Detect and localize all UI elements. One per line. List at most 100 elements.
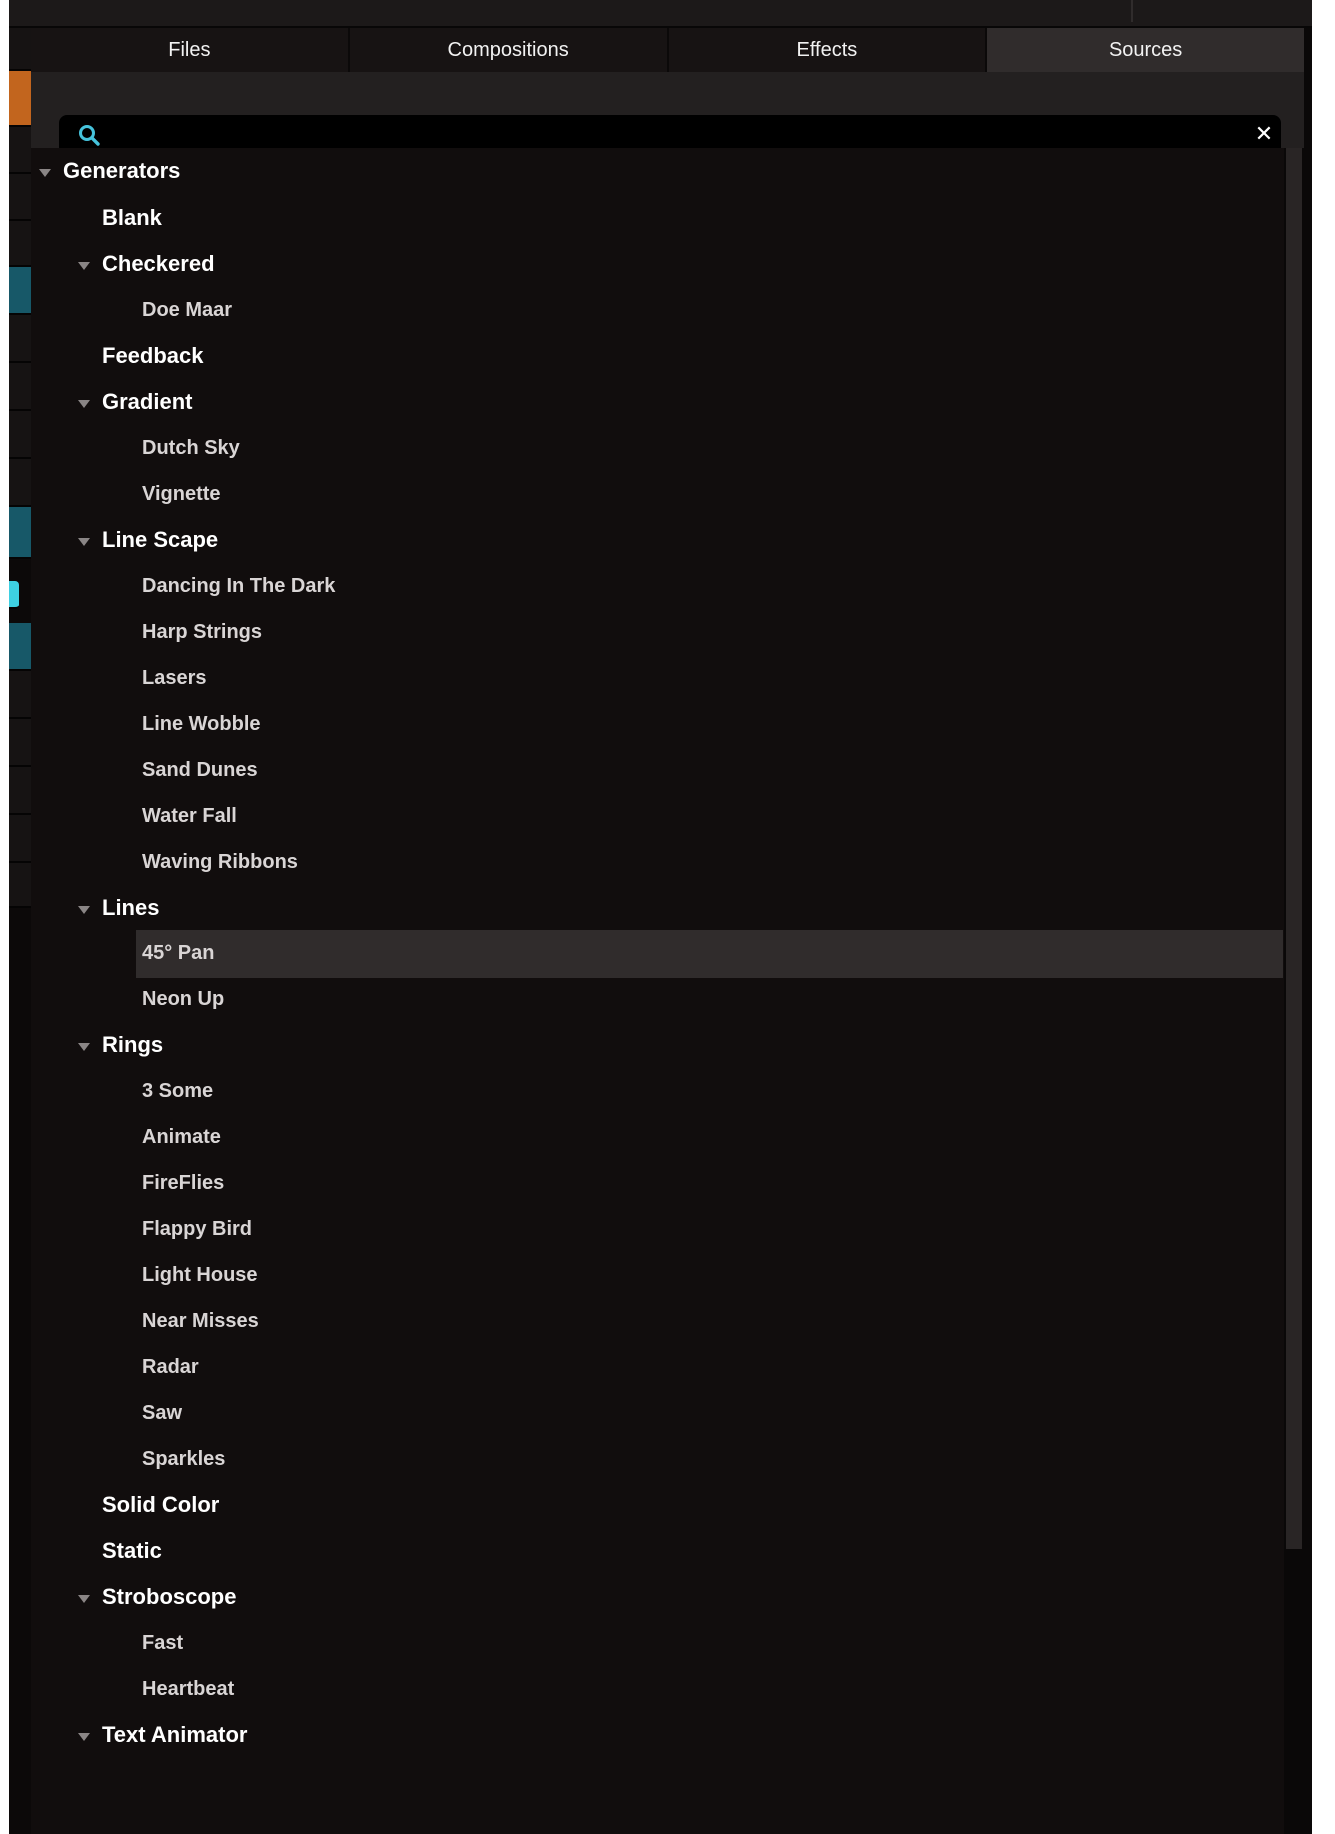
right-edge bbox=[1304, 28, 1312, 1834]
left-edge-orange-cell[interactable] bbox=[9, 71, 31, 127]
tree-item-label: Saw bbox=[142, 1402, 183, 1424]
tree-item-radar[interactable]: Radar bbox=[31, 1344, 1284, 1390]
tree-item-label: Fast bbox=[142, 1632, 184, 1654]
tree-item-3-some[interactable]: 3 Some bbox=[31, 1068, 1284, 1114]
tree-item-label: Gradient bbox=[102, 389, 193, 414]
tree-item-generators[interactable]: Generators bbox=[31, 148, 1284, 194]
tree-item-rings[interactable]: Rings bbox=[31, 1022, 1284, 1068]
left-edge-cell bbox=[9, 411, 31, 459]
left-panel-edge bbox=[9, 28, 31, 1834]
tree-item-animate[interactable]: Animate bbox=[31, 1114, 1284, 1160]
tree-item-label: Generators bbox=[63, 158, 181, 183]
left-edge-cell bbox=[9, 315, 31, 363]
scrollbar[interactable] bbox=[1284, 148, 1304, 1834]
app-window: Files Compositions Effects Sources ✕ Genera… bbox=[0, 0, 1335, 1834]
tree-item-fast[interactable]: Fast bbox=[31, 1620, 1284, 1666]
tree-item-label: Waving Ribbons bbox=[142, 851, 298, 873]
close-icon[interactable]: ✕ bbox=[1253, 123, 1275, 147]
tree-item-near-misses[interactable]: Near Misses bbox=[31, 1298, 1284, 1344]
tree-item-feedback[interactable]: Feedback bbox=[31, 333, 1284, 379]
scrollbar-thumb[interactable] bbox=[1286, 148, 1302, 1549]
tree-item-saw[interactable]: Saw bbox=[31, 1390, 1284, 1436]
tree-item-waving-ribbons[interactable]: Waving Ribbons bbox=[31, 839, 1284, 885]
tree-item-stroboscope[interactable]: Stroboscope bbox=[31, 1574, 1284, 1620]
tree-item-lines[interactable]: Lines bbox=[31, 885, 1284, 931]
tree-item-label: Dancing In The Dark bbox=[142, 575, 336, 597]
source-tree: Generators Blank Checkered Doe Maar Feedback… bbox=[31, 148, 1304, 1834]
tree-item-checkered[interactable]: Checkered bbox=[31, 241, 1284, 287]
tree-item-sand-dunes[interactable]: Sand Dunes bbox=[31, 747, 1284, 793]
disclosure-triangle-icon[interactable] bbox=[78, 538, 90, 546]
left-edge-cell bbox=[9, 174, 31, 221]
tree-item-water-fall[interactable]: Water Fall bbox=[31, 793, 1284, 839]
tree-item-static[interactable]: Static bbox=[31, 1528, 1284, 1574]
tree-item-label: Checkered bbox=[102, 251, 215, 276]
tree-item-45-pan[interactable]: 45° Pan bbox=[31, 930, 1284, 978]
tree-item-label: Sand Dunes bbox=[142, 759, 258, 781]
left-edge-cell bbox=[9, 221, 31, 267]
tree-item-text-animator[interactable]: Text Animator bbox=[31, 1712, 1284, 1758]
tree-item-fireflies[interactable]: FireFlies bbox=[31, 1160, 1284, 1206]
tree-item-label: 45° Pan bbox=[142, 942, 215, 964]
disclosure-triangle-icon[interactable] bbox=[78, 1595, 90, 1603]
disclosure-triangle-icon[interactable] bbox=[78, 400, 90, 408]
tree-item-label: Light House bbox=[142, 1264, 258, 1286]
tree-item-dancing-in-the-dark[interactable]: Dancing In The Dark bbox=[31, 563, 1284, 609]
tree-item-gradient[interactable]: Gradient bbox=[31, 379, 1284, 425]
tree-item-label: Lasers bbox=[142, 667, 207, 689]
tree-item-lasers[interactable]: Lasers bbox=[31, 655, 1284, 701]
tree-item-dutch-sky[interactable]: Dutch Sky bbox=[31, 425, 1284, 471]
left-edge-teal-cell[interactable] bbox=[9, 267, 31, 315]
tree-item-label: Blank bbox=[102, 205, 162, 230]
tree-item-line-wobble[interactable]: Line Wobble bbox=[31, 701, 1284, 747]
disclosure-triangle-icon[interactable] bbox=[78, 1043, 90, 1051]
search-icon bbox=[79, 125, 100, 146]
tree-item-label: Doe Maar bbox=[142, 299, 233, 321]
tree-item-blank[interactable]: Blank bbox=[31, 195, 1284, 241]
tree-item-label: Heartbeat bbox=[142, 1678, 235, 1700]
left-edge-cell bbox=[9, 815, 31, 863]
left-edge-cell bbox=[9, 363, 31, 411]
tree-item-flappy-bird[interactable]: Flappy Bird bbox=[31, 1206, 1284, 1252]
left-edge-cell bbox=[9, 863, 31, 908]
tree-item-vignette[interactable]: Vignette bbox=[31, 471, 1284, 517]
disclosure-triangle-icon[interactable] bbox=[78, 906, 90, 914]
tree-item-label: Solid Color bbox=[102, 1492, 220, 1517]
tree-item-neon-up[interactable]: Neon Up bbox=[31, 976, 1284, 1022]
tree-item-label: Animate bbox=[142, 1126, 221, 1148]
tree-item-label: Neon Up bbox=[142, 988, 225, 1010]
tree-item-label: Vignette bbox=[142, 483, 221, 505]
tree-item-line-scape[interactable]: Line Scape bbox=[31, 517, 1284, 563]
tree-item-light-house[interactable]: Light House bbox=[31, 1252, 1284, 1298]
sources-panel: Files Compositions Effects Sources ✕ Genera… bbox=[31, 28, 1304, 1834]
tree-item-label: Near Misses bbox=[142, 1310, 259, 1332]
tab-files[interactable]: Files bbox=[31, 28, 350, 72]
tree-item-harp-strings[interactable]: Harp Strings bbox=[31, 609, 1284, 655]
tree-item-label: Line Wobble bbox=[142, 713, 261, 735]
left-edge-cell bbox=[9, 767, 31, 815]
tree-item-label: Lines bbox=[102, 895, 160, 920]
tree-item-label: Line Scape bbox=[102, 527, 219, 552]
tab-sources[interactable]: Sources bbox=[987, 28, 1304, 72]
tree-item-doe-maar[interactable]: Doe Maar bbox=[31, 287, 1284, 333]
tab-effects[interactable]: Effects bbox=[668, 28, 988, 72]
top-strip bbox=[9, 0, 1312, 28]
disclosure-triangle-icon[interactable] bbox=[39, 169, 51, 177]
disclosure-triangle-icon[interactable] bbox=[78, 1733, 90, 1741]
tree-item-label: Text Animator bbox=[102, 1722, 248, 1747]
left-edge-teal-cell[interactable] bbox=[9, 623, 31, 671]
tree-item-label: FireFlies bbox=[142, 1172, 225, 1194]
tree-item-sparkles[interactable]: Sparkles bbox=[31, 1436, 1284, 1482]
tab-compositions[interactable]: Compositions bbox=[349, 28, 669, 72]
disclosure-triangle-icon[interactable] bbox=[78, 262, 90, 270]
tree-item-heartbeat[interactable]: Heartbeat bbox=[31, 1666, 1284, 1712]
tree-item-label: Radar bbox=[142, 1356, 199, 1378]
left-edge-cyan-handle[interactable] bbox=[9, 581, 19, 609]
left-edge-teal-cell[interactable] bbox=[9, 507, 31, 559]
tree-item-label: Stroboscope bbox=[102, 1584, 237, 1609]
tree-item-label: Static bbox=[102, 1538, 162, 1563]
tree-item-solid-color[interactable]: Solid Color bbox=[31, 1482, 1284, 1528]
selected-row-highlight bbox=[136, 930, 1283, 978]
left-edge-cell bbox=[9, 127, 31, 174]
tree-item-label: Rings bbox=[102, 1032, 164, 1057]
